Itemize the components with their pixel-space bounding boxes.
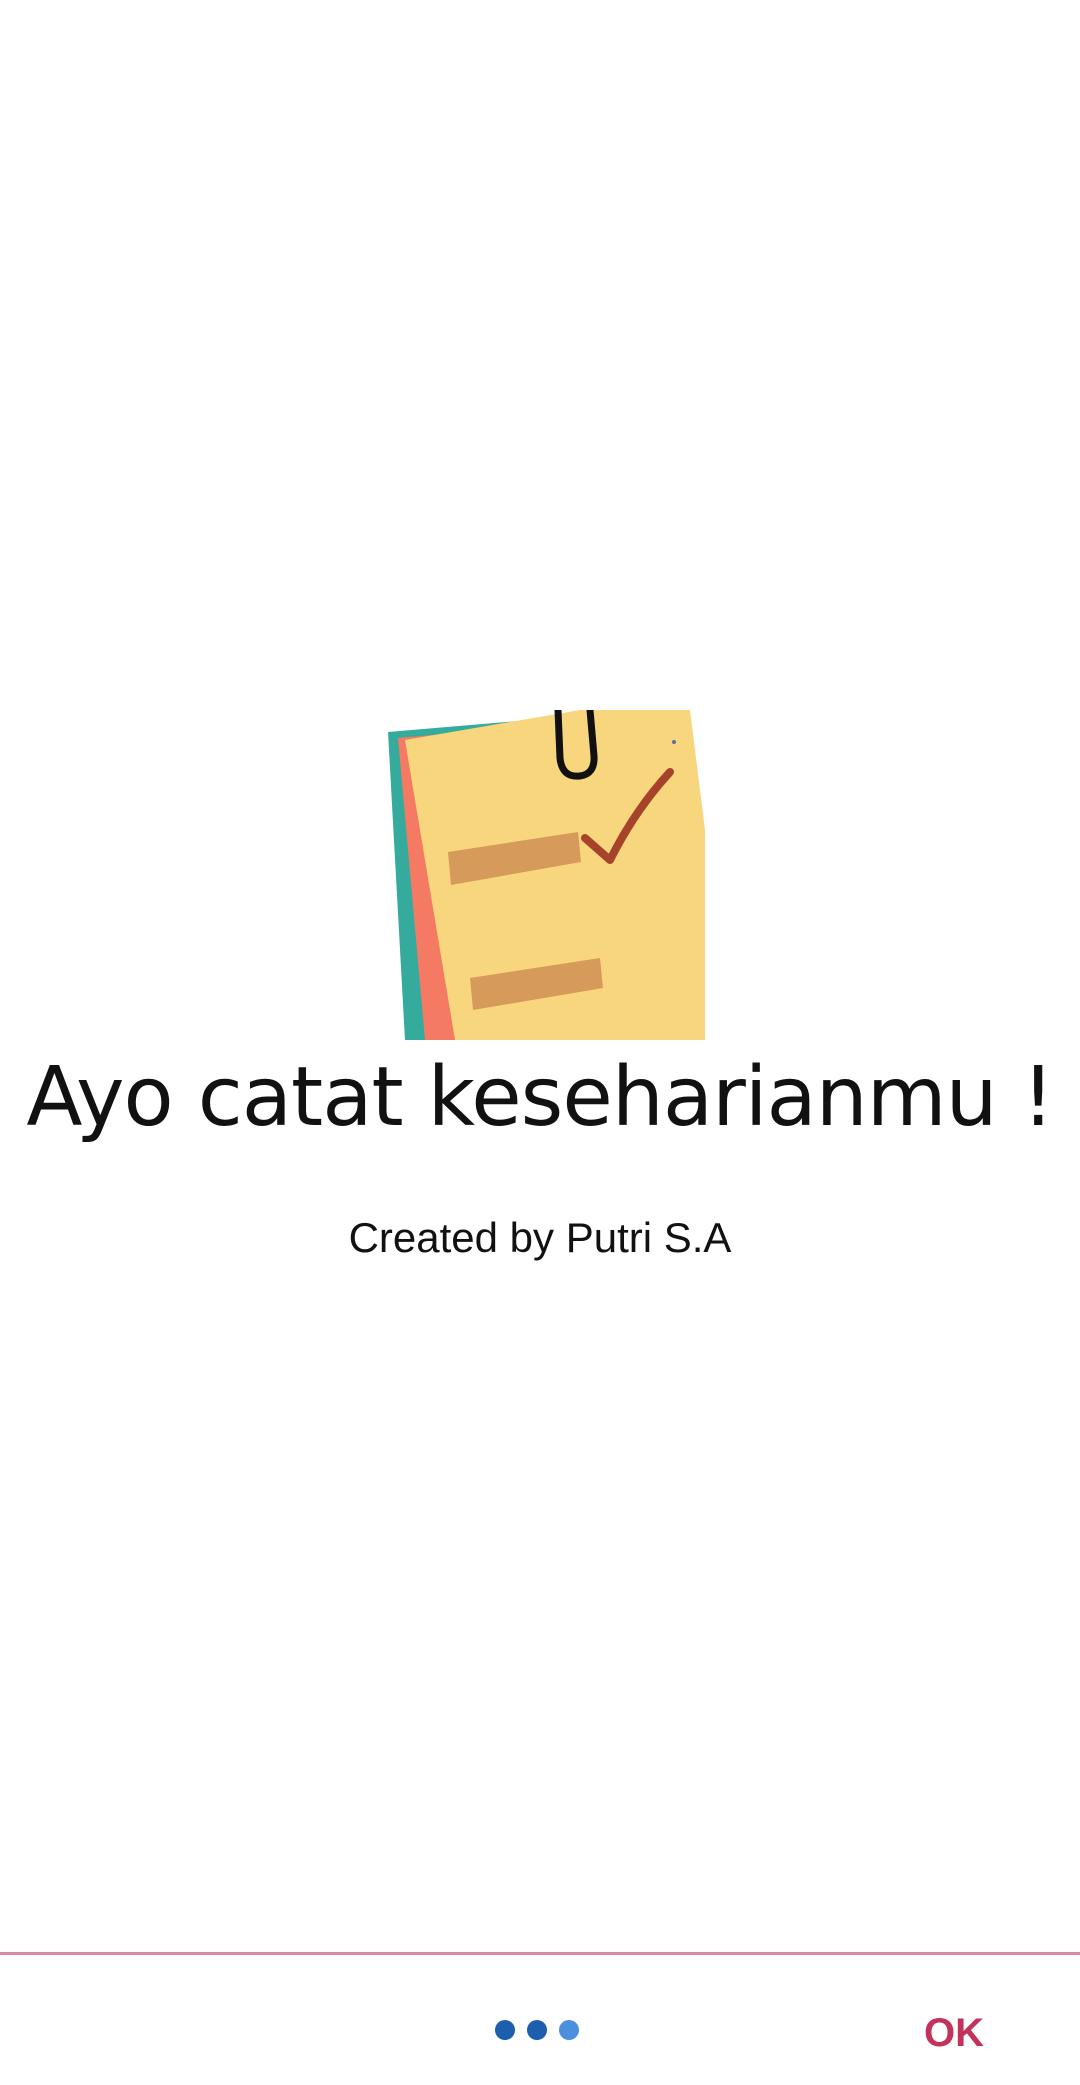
- bottom-bar: OK: [0, 1955, 1080, 2085]
- ok-button[interactable]: OK: [924, 2005, 984, 2061]
- page-dot-1: [495, 2020, 515, 2040]
- onboarding-screen: Ayo catat keseharianmu ! Created by Putr…: [0, 0, 1080, 2085]
- page-dot-2: [527, 2020, 547, 2040]
- notepad-checklist-icon: [388, 710, 705, 1040]
- onboarding-headline: Ayo catat keseharianmu !: [26, 1050, 1054, 1145]
- page-indicator: [495, 2020, 579, 2040]
- credit-text: Created by Putri S.A: [348, 1214, 732, 1261]
- page-dot-3: [559, 2020, 579, 2040]
